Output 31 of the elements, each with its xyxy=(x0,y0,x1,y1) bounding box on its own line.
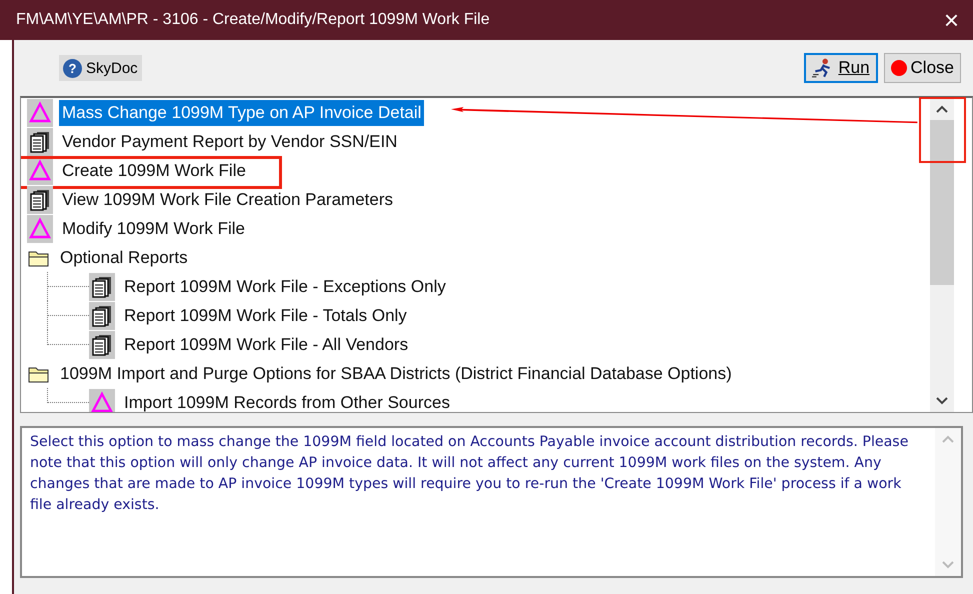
scrollbar[interactable] xyxy=(930,98,954,412)
tree-item[interactable]: Report 1099M Work File - Exceptions Only xyxy=(121,274,449,300)
tree-item[interactable]: Modify 1099M Work File xyxy=(59,216,248,242)
tree-item[interactable]: Optional Reports xyxy=(57,244,191,270)
close-button[interactable]: Close xyxy=(884,53,961,83)
document-stack-icon xyxy=(27,186,53,214)
tree-item[interactable]: Create 1099M Work File xyxy=(59,158,249,184)
document-stack-icon xyxy=(89,302,115,330)
scroll-up-icon xyxy=(942,435,954,443)
document-stack-icon xyxy=(89,272,115,300)
tree-item[interactable]: Report 1099M Work File - All Vendors xyxy=(121,332,412,358)
skydoc-button[interactable]: ? SkyDoc xyxy=(59,55,142,81)
tree-item[interactable]: View 1099M Work File Creation Parameters xyxy=(59,186,396,212)
tree-item[interactable]: Mass Change 1099M Type on AP Invoice Detail xyxy=(59,100,424,126)
document-stack-icon xyxy=(27,128,53,156)
scroll-down-icon[interactable] xyxy=(936,397,948,405)
tree-item[interactable]: Import 1099M Records from Other Sources xyxy=(121,390,453,412)
document-stack-icon xyxy=(89,330,115,358)
tree-item[interactable]: Vendor Payment Report by Vendor SSN/EIN xyxy=(59,128,400,154)
triangle-icon xyxy=(89,388,115,412)
window-title: FM\AM\YE\AM\PR - 3106 - Create/Modify/Report 1099M Work File xyxy=(16,11,491,29)
scroll-up-icon[interactable] xyxy=(936,105,948,113)
tree-item[interactable]: Report 1099M Work File - Totals Only xyxy=(121,302,410,328)
stop-icon xyxy=(890,60,907,76)
run-button[interactable]: Run xyxy=(804,53,878,83)
scroll-thumb[interactable] xyxy=(930,120,954,285)
highlight-box xyxy=(919,97,966,163)
scroll-down-icon xyxy=(942,561,954,569)
help-icon: ? xyxy=(63,58,82,78)
description-text: Select this option to mass change the 1099M field located on Accounts Payable invoice account distribution records. Please note that this option will only change AP invoice data. It will not affect any current 1099M work files on the system. Any changes that are made to AP invoice 1099M types will require you to re-run the 'Create 1099M Work File' process if a work file already exists. xyxy=(29,433,910,515)
tree-item[interactable]: 1099M Import and Purge Options for SBAA Districts (District Financial Database Options) xyxy=(57,360,735,386)
